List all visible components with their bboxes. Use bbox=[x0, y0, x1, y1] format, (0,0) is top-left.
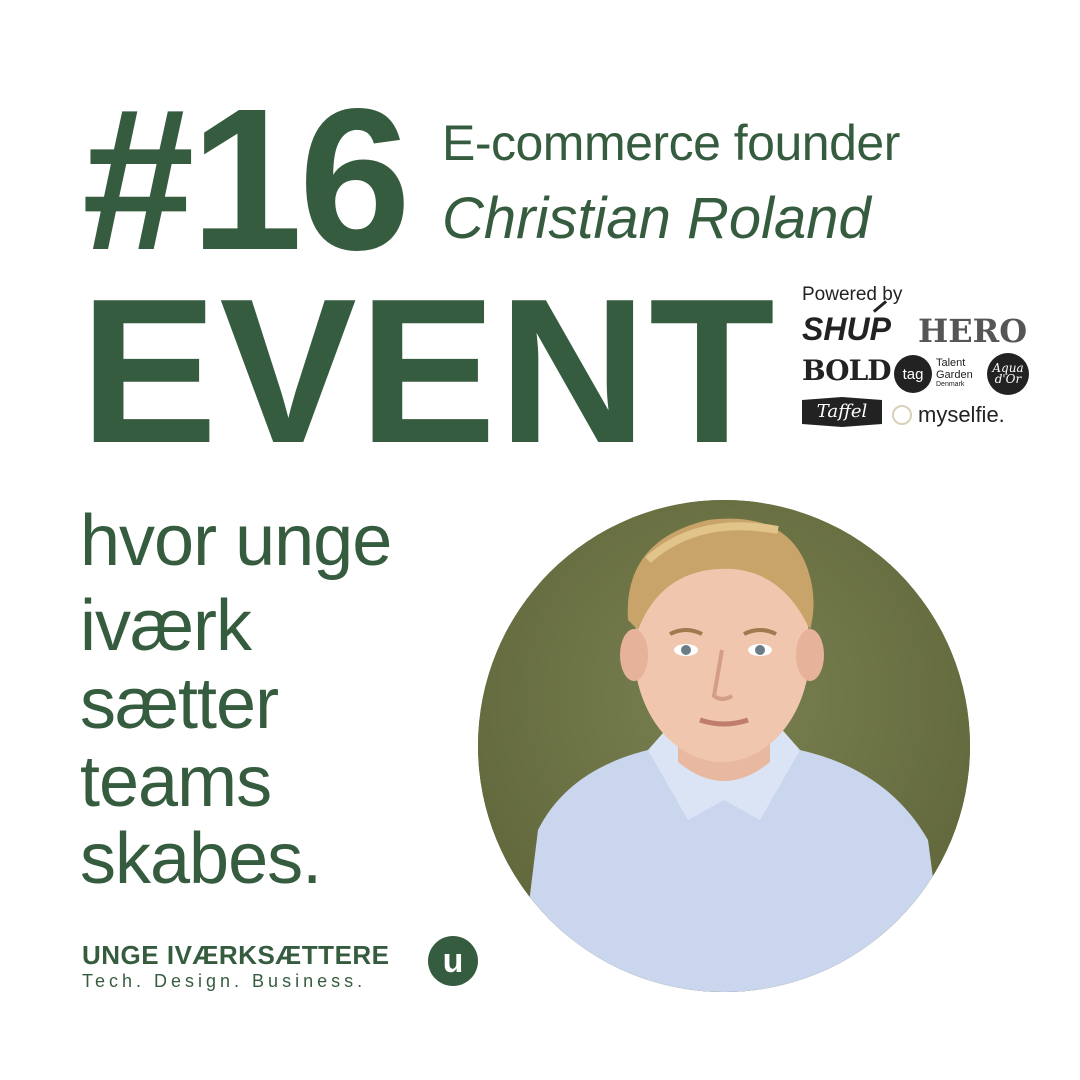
tagline-line-4: teams bbox=[80, 742, 272, 822]
sponsor-logo-shup: SHUP bbox=[802, 300, 891, 345]
tagline-line-3: sætter bbox=[80, 664, 279, 744]
sponsor-logo-taffel: Taffel bbox=[802, 397, 882, 427]
sponsor-logo-myselfie: myselfie. bbox=[892, 404, 1005, 426]
sponsor-logo-aqua-dor: Aqua d'Or bbox=[987, 353, 1029, 395]
brand-name: UNGE IVÆRKSÆTTERE bbox=[82, 940, 390, 970]
speaker-portrait bbox=[478, 500, 970, 992]
event-title: EVENT bbox=[80, 256, 777, 486]
event-role: E-commerce founder bbox=[442, 115, 900, 171]
powered-by-label: Powered by bbox=[802, 284, 903, 305]
event-number: #16 bbox=[82, 66, 411, 292]
sponsor-logo-tag: tag bbox=[894, 355, 932, 393]
brand-slogan: Tech. Design. Business. bbox=[82, 971, 367, 991]
tagline-line-2: iværk bbox=[80, 586, 252, 666]
myselfie-ring-icon bbox=[892, 405, 912, 425]
brand-u-badge-icon: u bbox=[428, 936, 478, 986]
sponsor-logo-hero: HERO bbox=[918, 312, 1028, 350]
tagline-line-5: skabes. bbox=[80, 819, 322, 899]
tagline-line-1: hvor unge bbox=[80, 501, 392, 581]
person-portrait-icon bbox=[478, 500, 970, 992]
event-speaker-name: Christian Roland bbox=[442, 186, 871, 251]
sponsor-logo-bold: BOLD bbox=[802, 354, 892, 387]
